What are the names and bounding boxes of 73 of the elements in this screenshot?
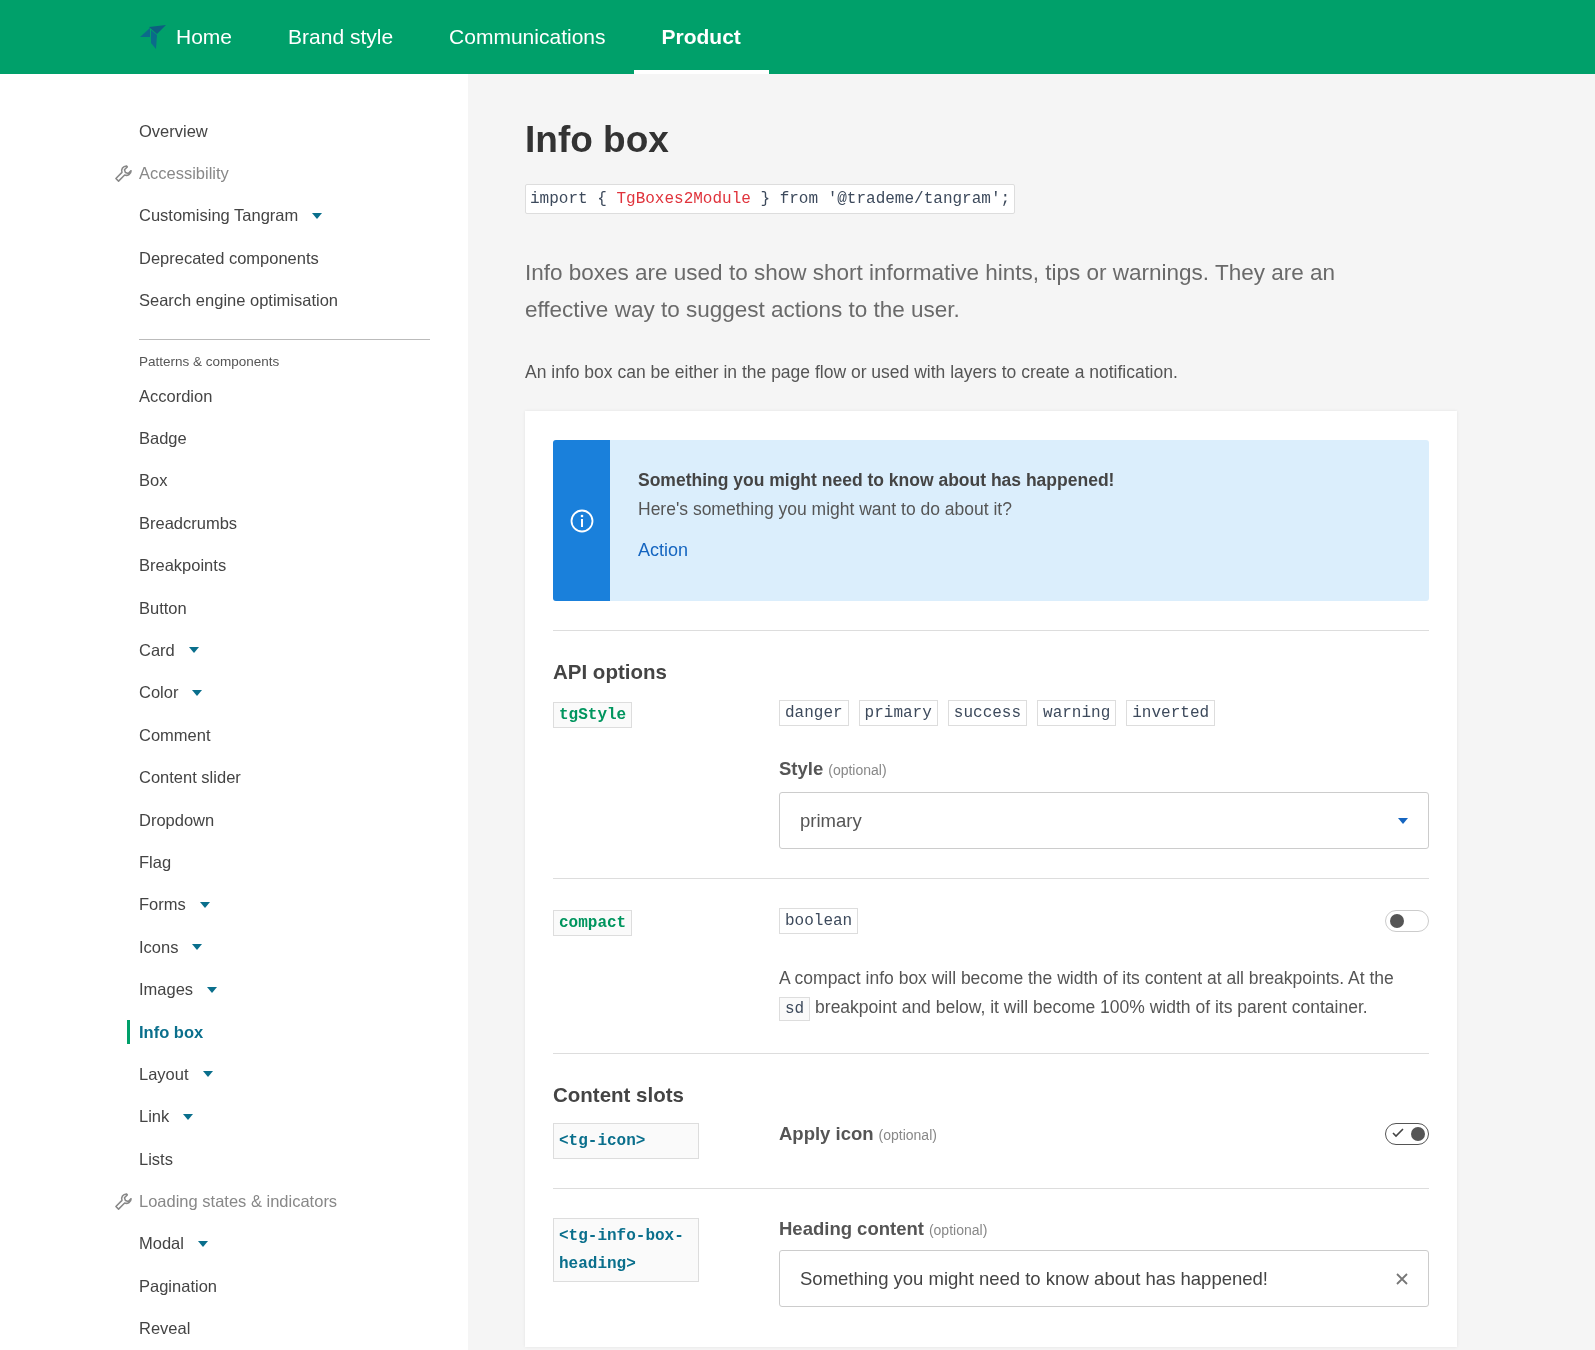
sidebar-item[interactable]: Search engine optimisation: [139, 279, 468, 322]
section-heading: Patterns & components: [139, 353, 281, 369]
field-hint: (optional): [828, 762, 887, 779]
info-icon: [569, 508, 594, 533]
field-label: Style: [779, 758, 824, 781]
page-title: Info box: [525, 118, 670, 162]
value-chip: danger: [779, 700, 849, 727]
sidebar-item[interactable]: Lists: [139, 1137, 468, 1181]
sidebar-item[interactable]: Deprecated components: [139, 237, 468, 280]
value-chip: success: [947, 700, 1028, 727]
slot-tag: <tg-info-box-heading>: [553, 1218, 699, 1283]
value-chip: warning: [1037, 700, 1117, 727]
sidebar-item[interactable]: Icons: [139, 926, 468, 969]
sidebar-item[interactable]: Dropdown: [139, 798, 468, 842]
field-label: Apply icon: [779, 1123, 874, 1146]
bird-logo-icon: [140, 25, 166, 49]
sidebar-item[interactable]: Flag: [139, 841, 468, 884]
caret-icon: [207, 986, 218, 993]
style-select[interactable]: primary: [779, 792, 1429, 850]
sidebar-item[interactable]: Accordion: [139, 374, 468, 418]
paragraph: An info box can be either in the page flow or used with layers to create a notification.: [525, 362, 1179, 384]
sidebar-item[interactable]: Pagination: [139, 1265, 468, 1308]
wrench-icon: [114, 164, 133, 184]
sidebar-item[interactable]: Info box: [127, 1020, 204, 1044]
caret-icon: [192, 944, 203, 951]
info-box-heading: Something you might need to know about has happened!: [638, 470, 1115, 492]
wrench-icon: [114, 1192, 133, 1212]
sidebar-item[interactable]: Breadcrumbs: [139, 502, 468, 545]
caret-icon: [202, 1071, 213, 1078]
sidebar-item[interactable]: Color: [139, 671, 468, 715]
caret-icon: [192, 689, 203, 696]
field-label: Heading content: [779, 1218, 924, 1241]
slot-tag: <tg-icon>: [553, 1123, 699, 1160]
sidebar-item[interactable]: Badge: [139, 417, 468, 460]
check-icon: [1392, 1128, 1404, 1139]
sidebar-item[interactable]: Loading states & indicators: [139, 1180, 468, 1223]
caret-icon: [1398, 817, 1408, 824]
caret-icon: [199, 901, 210, 908]
section-heading: Content slots: [553, 1083, 685, 1108]
info-box-body: Here's something you might want to do about it?: [638, 499, 1013, 521]
sidebar-item[interactable]: Button: [139, 586, 468, 630]
sidebar-item[interactable]: Card: [139, 629, 468, 672]
sidebar-item[interactable]: Breakpoints: [139, 544, 468, 587]
sidebar-item[interactable]: Modal: [139, 1222, 468, 1266]
sidebar-item[interactable]: Box: [139, 459, 468, 503]
option-name: tgStyle: [553, 702, 633, 729]
value-chip: primary: [858, 700, 938, 727]
caret-icon: [183, 1113, 194, 1120]
sidebar-item[interactable]: Layout: [139, 1053, 468, 1096]
sidebar-item[interactable]: Content slider: [139, 756, 468, 799]
option-name: compact: [553, 910, 633, 937]
import-code: import { TgBoxes2Module } from '@trademe/tangram';: [525, 184, 1016, 215]
sidebar-item[interactable]: Forms: [139, 883, 468, 927]
sidebar-item[interactable]: Overview: [139, 110, 468, 153]
caret-icon: [197, 1240, 208, 1247]
sidebar-item[interactable]: Reveal: [139, 1307, 468, 1350]
field-hint: (optional): [878, 1127, 937, 1144]
field-hint: (optional): [928, 1222, 988, 1239]
action-link[interactable]: Action: [638, 540, 689, 562]
caret-icon: [312, 212, 323, 219]
sidebar-item[interactable]: Customising Tangram: [139, 194, 468, 238]
sidebar-item[interactable]: Link: [139, 1095, 468, 1138]
option-description: A compact info box will become the width of its content at all breakpoints. At the sd breakpoint and below, it will become 100% width of its parent container.: [779, 964, 1429, 1025]
heading-input-field[interactable]: Something you might need to know about has happened!: [779, 1250, 1429, 1308]
sidebar-item[interactable]: Comment: [139, 714, 468, 757]
caret-icon: [188, 647, 199, 654]
value-chip: inverted: [1126, 700, 1216, 727]
type-chip: boolean: [779, 908, 859, 935]
sidebar-item[interactable]: Accessibility: [139, 152, 468, 195]
clear-icon[interactable]: [1396, 1272, 1408, 1285]
sidebar-item[interactable]: Images: [139, 968, 468, 1011]
section-heading: API options: [553, 660, 668, 685]
lead-paragraph: Info boxes are used to show short informative hints, tips or warnings. They are an effective way to suggest actions to the user.: [525, 259, 1336, 325]
